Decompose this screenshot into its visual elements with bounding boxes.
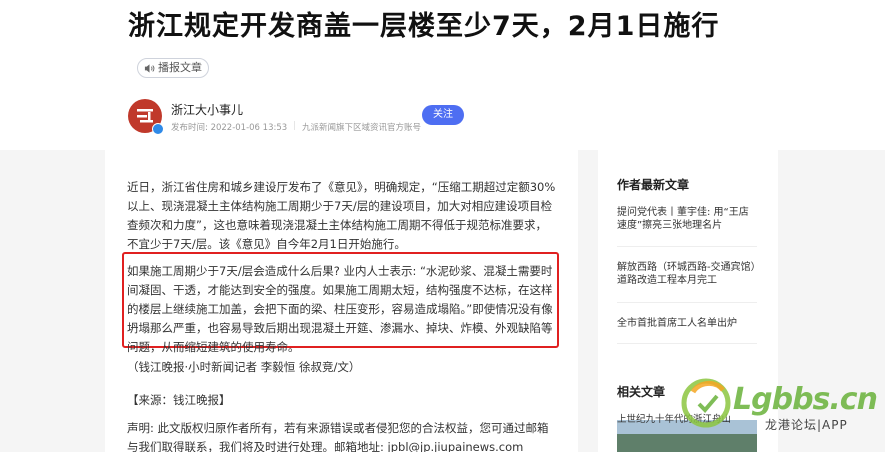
article-title: 浙江规定开发商盖一层楼至少7天，2月1日施行 xyxy=(128,11,720,42)
publish-time: 发布时间: 2022-01-06 13:53 xyxy=(171,123,288,133)
paragraph-byline: （钱江晚报·小时新闻记者 李毅恒 徐叔竞/文） xyxy=(127,360,361,374)
latest-article-link[interactable]: 解放西路（环城西路-交通宾馆）道路改造工程本月完工 xyxy=(617,261,757,287)
author-source: 九派新闻旗下区域资讯官方账号 xyxy=(302,123,422,133)
related-articles-heading: 相关文章 xyxy=(617,385,666,399)
paragraph-source: 【来源：钱江晚报】 xyxy=(127,393,231,407)
audio-label: 播报文章 xyxy=(158,61,202,74)
sidebar-divider xyxy=(617,302,757,303)
sidebar-divider xyxy=(617,343,757,344)
speaker-icon xyxy=(144,63,155,73)
audio-play-button[interactable]: 播报文章 xyxy=(137,58,209,78)
verified-icon xyxy=(152,123,164,135)
author-logo-icon xyxy=(137,109,153,123)
latest-article-link[interactable]: 全市首批首席工人名单出炉 xyxy=(617,317,757,330)
sidebar-divider xyxy=(617,246,757,247)
paragraph-highlighted: 如果施工周期少于7天/层会造成什么后果? 业内人士表示: “水泥砂浆、混凝土需要… xyxy=(127,264,553,354)
latest-articles-heading: 作者最新文章 xyxy=(617,178,690,192)
author-name[interactable]: 浙江大小事儿 xyxy=(171,101,243,118)
meta-divider: | xyxy=(293,121,297,131)
paragraph-disclaimer: 声明: 此文版权归原作者所有，若有来源错误或者侵犯您的合法权益，您可通过邮箱与我… xyxy=(127,421,549,452)
latest-article-link[interactable]: 提问党代表丨董宇佳: 用“王店速度”擦亮三张地理名片 xyxy=(617,206,757,232)
author-avatar[interactable] xyxy=(128,99,164,135)
article-body: 近日，浙江省住房和城乡建设厅发布了《意见》，明确规定，“压缩工期超过定额30%以… xyxy=(105,150,578,452)
paragraph-intro: 近日，浙江省住房和城乡建设厅发布了《意见》，明确规定，“压缩工期超过定额30%以… xyxy=(127,180,556,251)
site-watermark: Lgbbs.cn 龙港论坛|APP xyxy=(675,360,878,440)
follow-button[interactable]: 关注 xyxy=(422,105,464,125)
author-meta: 发布时间: 2022-01-06 13:53 | 九派新闻旗下区域资讯官方账号 xyxy=(171,121,421,133)
watermark-subtitle: 龙港论坛|APP xyxy=(765,418,848,432)
watermark-brand: Lgbbs.cn xyxy=(733,382,878,417)
watermark-logo-icon xyxy=(681,378,731,428)
